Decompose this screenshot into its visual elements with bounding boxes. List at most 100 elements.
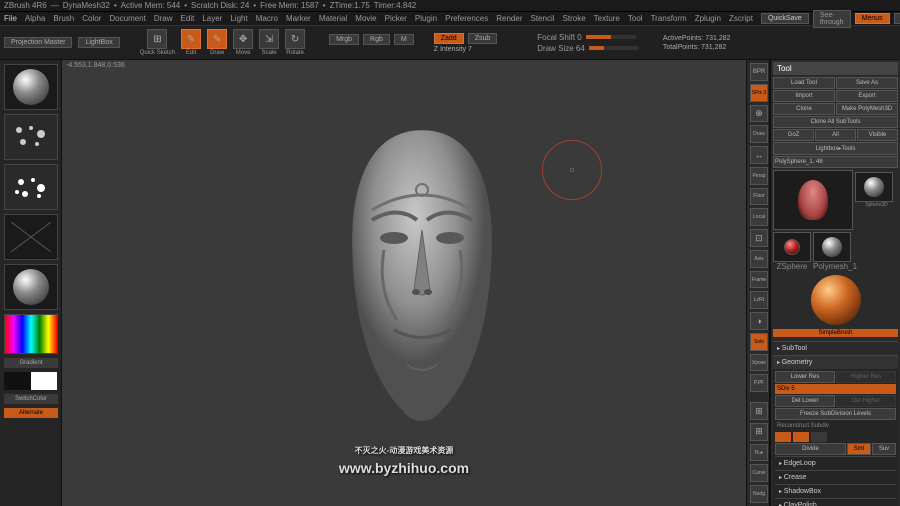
zsub-button[interactable]: Zsub bbox=[468, 33, 498, 44]
switchcolor-button[interactable]: SwitchColor bbox=[4, 394, 58, 404]
focal-shift-label[interactable]: Focal Shift 0 bbox=[537, 33, 581, 42]
menu-light[interactable]: Light bbox=[230, 14, 247, 23]
curve-icon[interactable]: Curve bbox=[750, 464, 768, 482]
gradient-button[interactable]: Gradient bbox=[4, 358, 58, 368]
menu-brush[interactable]: Brush bbox=[53, 14, 74, 23]
noise-icon[interactable]: N.● bbox=[750, 444, 768, 462]
import-button[interactable]: Import bbox=[773, 90, 835, 102]
dynamesh-mini1-icon[interactable] bbox=[775, 432, 791, 442]
seethrough-button[interactable]: See-through bbox=[813, 10, 851, 28]
local-button[interactable]: Local bbox=[750, 208, 768, 226]
mrgb-button[interactable]: Mrgb bbox=[329, 34, 359, 45]
goz-visible-button[interactable]: Visible bbox=[857, 129, 898, 141]
clone-all-subtools-button[interactable]: Clone All SubTools bbox=[773, 116, 898, 128]
color-picker[interactable] bbox=[4, 314, 58, 354]
menu-material[interactable]: Material bbox=[319, 14, 347, 23]
dynamesh-mini2-icon[interactable] bbox=[793, 432, 809, 442]
menu-macro[interactable]: Macro bbox=[256, 14, 278, 23]
brush-thumbnail[interactable] bbox=[4, 64, 58, 110]
menus-button[interactable]: Menus bbox=[855, 13, 890, 24]
crease-section[interactable]: Crease bbox=[775, 470, 896, 484]
menu-movie[interactable]: Movie bbox=[355, 14, 376, 23]
menu-layer[interactable]: Layer bbox=[202, 14, 222, 23]
simple-brush-thumbnail[interactable] bbox=[811, 275, 861, 325]
reconstruct-subdiv-label[interactable]: Reconstruct Subdiv bbox=[775, 421, 896, 431]
goz-button[interactable]: GoZ bbox=[773, 129, 814, 141]
z-intensity-label[interactable]: Z Intensity 7 bbox=[434, 46, 498, 53]
clone-button[interactable]: Clone bbox=[773, 103, 835, 115]
current-tool-thumbnail[interactable] bbox=[773, 170, 853, 230]
quick-sketch-icon[interactable]: ⊞ bbox=[147, 29, 167, 49]
menu-file[interactable]: File bbox=[4, 14, 17, 23]
floor-button[interactable]: Floor bbox=[750, 188, 768, 206]
edit-button[interactable]: ✎ bbox=[181, 29, 201, 49]
move-button[interactable]: ✥ bbox=[233, 29, 253, 49]
m-button[interactable]: M bbox=[394, 34, 414, 45]
lower-res-button[interactable]: Lower Res bbox=[775, 371, 835, 383]
lazy-button[interactable]: LzRt bbox=[750, 291, 768, 309]
draw-button[interactable]: ✎ bbox=[207, 29, 227, 49]
menu-preferences[interactable]: Preferences bbox=[445, 14, 488, 23]
draw-size-label[interactable]: Draw Size 64 bbox=[537, 44, 585, 53]
texture-thumbnail[interactable] bbox=[4, 214, 58, 260]
geometry-section[interactable]: Geometry bbox=[773, 355, 898, 369]
subtool-section[interactable]: SubTool bbox=[773, 341, 898, 355]
scroll-icon[interactable]: ⊕ bbox=[750, 105, 768, 123]
make-polymesh-button[interactable]: Make PolyMesh3D bbox=[836, 103, 898, 115]
suv-button[interactable]: Suv bbox=[872, 443, 896, 455]
goz-all-button[interactable]: All bbox=[815, 129, 856, 141]
menu-color[interactable]: Color bbox=[82, 14, 101, 23]
load-tool-button[interactable]: Load Tool bbox=[773, 77, 835, 89]
menu-document[interactable]: Document bbox=[109, 14, 145, 23]
spix-button[interactable]: SPix 3 bbox=[750, 84, 768, 102]
dynamesh-mini3-icon[interactable] bbox=[811, 432, 827, 442]
claypolish-section[interactable]: ClayPolish bbox=[775, 498, 896, 506]
higher-res-button[interactable]: Higher Res bbox=[836, 371, 896, 383]
tool-zsphere-thumbnail[interactable] bbox=[773, 232, 811, 262]
menu-picker[interactable]: Picker bbox=[385, 14, 407, 23]
scale-button[interactable]: ⇲ bbox=[259, 29, 279, 49]
edgeloop-section[interactable]: EdgeLoop bbox=[775, 456, 896, 470]
polyframe-button[interactable]: P.PF bbox=[750, 374, 768, 392]
xpose-button[interactable]: Xpose bbox=[750, 354, 768, 372]
axis-icon[interactable]: Axis bbox=[750, 250, 768, 268]
freeze-subdiv-button[interactable]: Freeze SubDivision Levels bbox=[775, 408, 896, 420]
rgb-button[interactable]: Rgb bbox=[363, 34, 390, 45]
menu-plugin[interactable]: Plugin bbox=[415, 14, 437, 23]
mesh2-icon[interactable]: ⊞ bbox=[750, 423, 768, 441]
menu-alpha[interactable]: Alpha bbox=[25, 14, 45, 23]
del-lower-button[interactable]: Del Lower bbox=[775, 395, 835, 407]
alternate-button[interactable]: Alternate bbox=[4, 408, 58, 418]
tool-polymesh-thumbnail[interactable] bbox=[813, 232, 851, 262]
persp-button[interactable]: Persp bbox=[750, 167, 768, 185]
smt-button[interactable]: Smt bbox=[847, 443, 871, 455]
nudge-icon[interactable]: Nudg bbox=[750, 485, 768, 503]
menu-draw[interactable]: Draw bbox=[154, 14, 173, 23]
alpha-thumbnail[interactable] bbox=[4, 164, 58, 210]
quicksave-button[interactable]: QuickSave bbox=[761, 13, 809, 24]
shadowbox-section[interactable]: ShadowBox bbox=[775, 484, 896, 498]
menu-zplugin[interactable]: Zplugin bbox=[695, 14, 721, 23]
divide-button[interactable]: Divide bbox=[775, 443, 846, 455]
menu-render[interactable]: Render bbox=[496, 14, 522, 23]
bpr-button[interactable]: BPR bbox=[750, 63, 768, 81]
lightbox-button[interactable]: LightBox bbox=[78, 37, 119, 48]
save-as-button[interactable]: Save As bbox=[836, 77, 898, 89]
menu-stencil[interactable]: Stencil bbox=[531, 14, 555, 23]
menu-stroke[interactable]: Stroke bbox=[563, 14, 586, 23]
mesh1-icon[interactable]: ⊞ bbox=[750, 402, 768, 420]
menu-marker[interactable]: Marker bbox=[286, 14, 311, 23]
grid-icon[interactable]: Frame bbox=[750, 271, 768, 289]
sdiv-slider[interactable]: SDiv 5 bbox=[775, 384, 896, 394]
zadd-button[interactable]: Zadd bbox=[434, 33, 464, 44]
menu-edit[interactable]: Edit bbox=[181, 14, 195, 23]
draw-icon[interactable]: Draw bbox=[750, 125, 768, 143]
viewport[interactable]: -4.553,1.848,0.536 bbox=[62, 60, 746, 506]
tool-sphere3d-thumbnail[interactable] bbox=[855, 172, 893, 202]
tool-name-field[interactable]: PolySphere_1. 48 bbox=[773, 156, 898, 168]
transparent-icon[interactable]: ◑ bbox=[750, 312, 768, 330]
solo-button[interactable]: Solo bbox=[750, 333, 768, 351]
export-button[interactable]: Export bbox=[836, 90, 898, 102]
defaultzscript-button[interactable]: DefaultZScript bbox=[894, 13, 900, 24]
del-higher-button[interactable]: Del Higher bbox=[836, 395, 896, 407]
